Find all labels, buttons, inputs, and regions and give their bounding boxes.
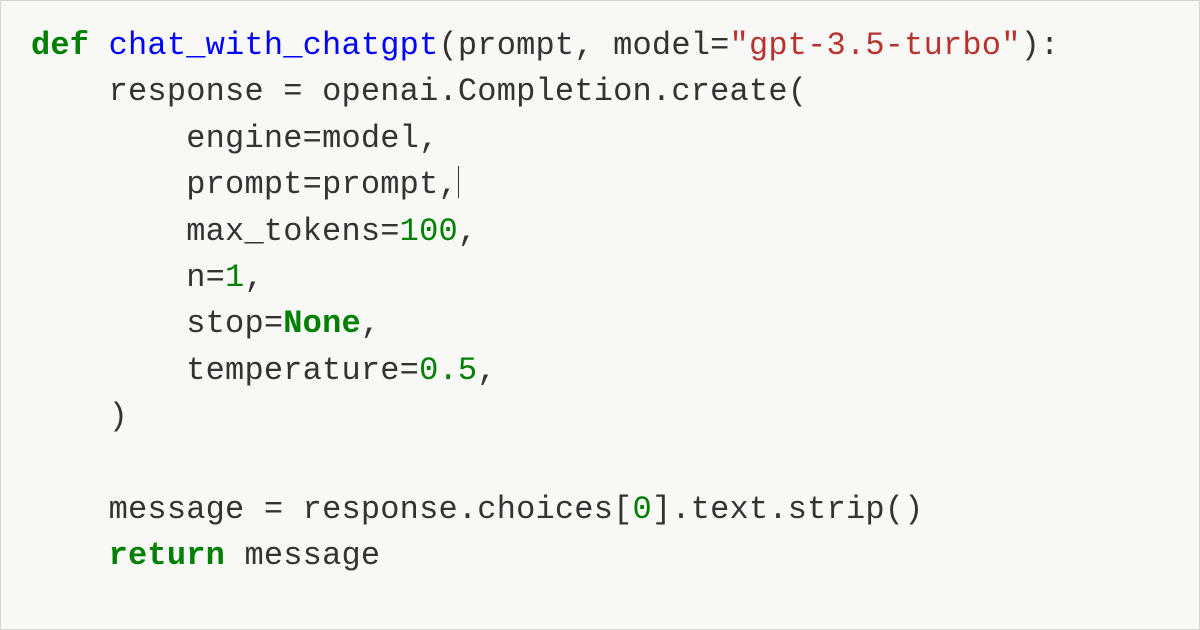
close-paren: ) xyxy=(1021,27,1040,64)
kwarg-name: engine xyxy=(186,120,302,157)
equals-op: = xyxy=(303,120,322,157)
code-line-7: stop=None, xyxy=(31,305,380,342)
keyword-return: return xyxy=(109,537,225,574)
keyword-def: def xyxy=(31,27,89,64)
code-editor[interactable]: def chat_with_chatgpt(prompt, model="gpt… xyxy=(31,23,1193,580)
expr-segment: ].text.strip() xyxy=(652,491,924,528)
comma: , xyxy=(244,259,263,296)
equals-op: = xyxy=(400,352,419,389)
equals-op: = xyxy=(380,213,399,250)
expr-segment: response.choices[ xyxy=(283,491,632,528)
indent xyxy=(31,491,109,528)
param-prompt: prompt xyxy=(458,27,574,64)
indent xyxy=(31,398,109,435)
kwarg-name: n xyxy=(186,259,205,296)
number-literal: 0.5 xyxy=(419,352,477,389)
kwarg-value: prompt xyxy=(322,166,438,203)
number-literal: 1 xyxy=(225,259,244,296)
kwarg-name: prompt xyxy=(186,166,302,203)
text-cursor-icon xyxy=(458,166,459,198)
close-paren: ) xyxy=(109,398,128,435)
comma: , xyxy=(361,305,380,342)
indent xyxy=(31,537,109,574)
indent xyxy=(31,352,186,389)
string-literal: "gpt-3.5-turbo" xyxy=(730,27,1021,64)
code-line-1: def chat_with_chatgpt(prompt, model="gpt… xyxy=(31,27,1059,64)
none-literal: None xyxy=(283,305,361,342)
indent xyxy=(31,120,186,157)
param-model: model xyxy=(613,27,710,64)
open-paren: ( xyxy=(438,27,457,64)
comma: , xyxy=(458,213,477,250)
number-literal: 0 xyxy=(633,491,652,528)
equals-op: = xyxy=(283,73,302,110)
number-literal: 100 xyxy=(400,213,458,250)
equals-op: = xyxy=(303,166,322,203)
kwarg-name: max_tokens xyxy=(186,213,380,250)
return-expr: message xyxy=(244,537,380,574)
function-name: chat_with_chatgpt xyxy=(109,27,439,64)
equals-op: = xyxy=(710,27,729,64)
indent xyxy=(31,73,109,110)
indent xyxy=(31,305,186,342)
kwarg-name: stop xyxy=(186,305,264,342)
indent xyxy=(31,259,186,296)
code-line-5: max_tokens=100, xyxy=(31,213,477,250)
kwarg-value: model xyxy=(322,120,419,157)
code-line-11: message = response.choices[0].text.strip… xyxy=(31,491,924,528)
colon: : xyxy=(1040,27,1059,64)
call-expr: openai.Completion.create( xyxy=(303,73,807,110)
code-line-3: engine=model, xyxy=(31,120,438,157)
comma: , xyxy=(438,166,457,203)
code-line-6: n=1, xyxy=(31,259,264,296)
var-message: message xyxy=(109,491,264,528)
equals-op: = xyxy=(264,305,283,342)
comma: , xyxy=(477,352,496,389)
indent xyxy=(31,213,186,250)
var-response: response xyxy=(109,73,284,110)
code-line-2: response = openai.Completion.create( xyxy=(31,73,807,110)
equals-op: = xyxy=(206,259,225,296)
equals-op: = xyxy=(264,491,283,528)
indent xyxy=(31,166,186,203)
code-line-12: return message xyxy=(31,537,380,574)
code-line-8: temperature=0.5, xyxy=(31,352,497,389)
comma: , xyxy=(574,27,613,64)
code-line-4: prompt=prompt, xyxy=(31,166,459,203)
comma: , xyxy=(419,120,438,157)
space xyxy=(225,537,244,574)
kwarg-name: temperature xyxy=(186,352,399,389)
code-line-9: ) xyxy=(31,398,128,435)
